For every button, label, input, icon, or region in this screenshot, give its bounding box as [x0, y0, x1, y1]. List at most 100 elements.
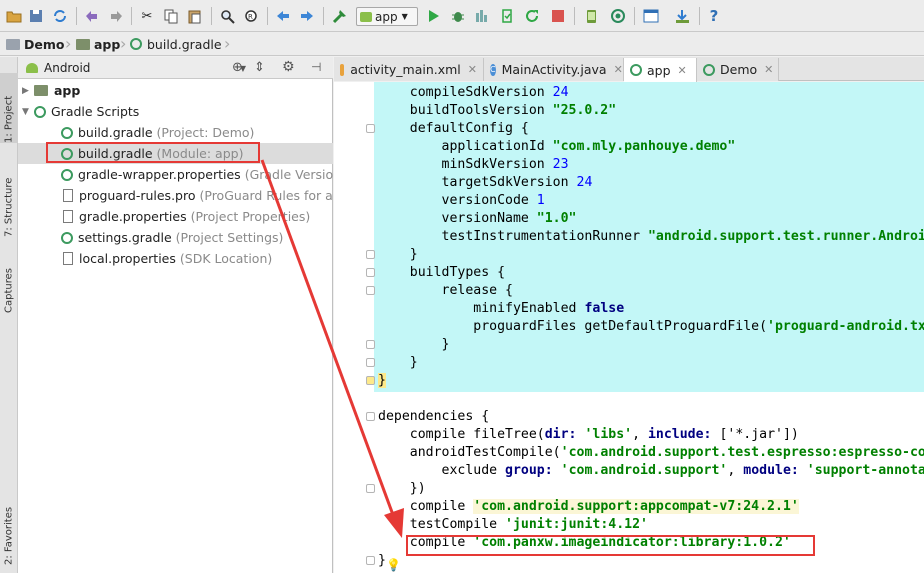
code-text: androidTestCompile( — [378, 445, 561, 460]
code-editor[interactable]: compileSdkVersion 24 buildToolsVersion "… — [334, 82, 924, 573]
fold-marker[interactable] — [366, 250, 375, 259]
undo-icon[interactable] — [82, 6, 102, 26]
close-icon[interactable]: ✕ — [614, 63, 623, 76]
code-string: 'support-annotations' — [806, 463, 924, 478]
find-icon[interactable] — [217, 6, 237, 26]
tree-item-label: build.gradle — [78, 146, 153, 161]
code-text: } — [378, 373, 386, 388]
tree-item-gradle-scripts[interactable]: ▼ Gradle Scripts — [18, 101, 333, 122]
expand-arrow-icon: ▶ — [22, 85, 29, 96]
code-keyword: dir: — [544, 427, 585, 442]
tool-tab-project[interactable]: 1: Project — [0, 73, 18, 143]
tab-activity-main-xml[interactable]: activity_main.xml ✕ — [334, 58, 484, 81]
tool-tab-structure[interactable]: 7: Structure — [0, 159, 18, 237]
scroll-from-source-icon[interactable]: ⊕ — [232, 60, 243, 75]
code-text: } — [378, 337, 450, 352]
copy-icon[interactable] — [161, 6, 181, 26]
avd-manager-icon[interactable] — [581, 6, 601, 26]
gear-icon[interactable]: ⚙ — [282, 59, 295, 75]
code-text: proguardFiles getDefaultProguardFile( — [378, 319, 768, 334]
project-structure-icon[interactable] — [641, 6, 661, 26]
tab-app-build-gradle[interactable]: app ✕ — [624, 58, 697, 82]
close-icon[interactable]: ✕ — [468, 63, 477, 76]
collapse-arrow-icon: ▼ — [22, 106, 29, 117]
tree-item-local-properties[interactable]: local.properties (SDK Location) — [18, 248, 333, 269]
run-icon[interactable] — [424, 6, 444, 26]
fold-marker[interactable] — [366, 124, 375, 133]
tool-tab-favorites[interactable]: 2: Favorites — [0, 489, 18, 565]
code-string: "25.0.2" — [552, 103, 617, 118]
breadcrumb-item-file[interactable]: build.gradle — [130, 35, 222, 53]
run-configuration-select[interactable]: app ▼ — [356, 7, 418, 26]
editor-tab-bar: activity_main.xml ✕ C MainActivity.java … — [334, 57, 924, 82]
code-line: targetSdkVersion 24 — [378, 174, 593, 192]
fold-marker[interactable] — [366, 484, 375, 493]
fold-marker[interactable] — [366, 268, 375, 277]
breadcrumb-item-project[interactable]: Demo — [6, 35, 64, 53]
back-icon[interactable] — [273, 6, 293, 26]
synchronize-icon[interactable] — [50, 6, 70, 26]
profile-icon[interactable] — [472, 6, 492, 26]
debug-icon[interactable] — [448, 6, 468, 26]
code-line: } — [378, 246, 418, 264]
save-all-icon[interactable] — [26, 6, 46, 26]
code-number: 24 — [576, 175, 593, 190]
fold-marker[interactable] — [366, 340, 375, 349]
sync-gradle-icon[interactable] — [608, 6, 628, 26]
close-icon[interactable]: ✕ — [678, 64, 687, 77]
code-text: buildToolsVersion — [378, 103, 553, 118]
breadcrumb-item-module[interactable]: app — [76, 35, 120, 53]
breadcrumb-separator: › — [120, 34, 127, 53]
tree-item-label: build.gradle — [78, 125, 153, 140]
xml-file-icon — [340, 63, 345, 76]
cut-icon[interactable]: ✂ — [137, 6, 157, 26]
restart-icon[interactable] — [522, 6, 542, 26]
code-text: compile fileTree( — [378, 427, 545, 442]
fold-marker[interactable] — [366, 286, 375, 295]
folder-icon — [6, 38, 20, 50]
paste-icon[interactable] — [185, 6, 205, 26]
tool-tab-label: 1: Project — [3, 95, 15, 143]
tree-item-label: settings.gradle — [78, 230, 172, 245]
fold-marker[interactable] — [366, 376, 375, 385]
fold-marker[interactable] — [366, 412, 375, 421]
lightbulb-icon[interactable]: 💡 — [386, 558, 401, 572]
redo-icon[interactable] — [106, 6, 126, 26]
tree-item-gradle-properties[interactable]: gradle.properties (Project Properties) — [18, 206, 333, 227]
stop-icon[interactable] — [548, 6, 568, 26]
code-line: androidTestCompile('com.android.support.… — [378, 444, 924, 462]
code-line: minifyEnabled false — [378, 300, 624, 318]
tree-item-detail: (Project: Demo) — [156, 125, 255, 140]
tab-mainactivity-java[interactable]: C MainActivity.java ✕ — [484, 58, 624, 81]
gradle-icon — [703, 63, 715, 76]
code-line: buildTypes { — [378, 264, 505, 282]
code-line: compile fileTree(dir: 'libs', include: [… — [378, 426, 799, 444]
replace-icon[interactable]: R — [241, 6, 261, 26]
collapse-all-icon[interactable]: ⇕ — [254, 60, 265, 75]
tree-item-gradle-wrapper-properties[interactable]: gradle-wrapper.properties (Gradle Versio… — [18, 164, 333, 185]
code-string: 'com.android.support:appcompat-v7:24.2.1… — [473, 499, 799, 514]
fold-marker[interactable] — [366, 556, 375, 565]
tree-item-settings-gradle[interactable]: settings.gradle (Project Settings) — [18, 227, 333, 248]
tab-demo-build-gradle[interactable]: Demo ✕ — [697, 58, 779, 81]
code-text: minifyEnabled — [378, 301, 585, 316]
make-project-icon[interactable] — [330, 6, 350, 26]
close-icon[interactable]: ✕ — [764, 63, 773, 76]
sdk-manager-icon[interactable] — [672, 6, 692, 26]
tree-item-build-gradle-project[interactable]: build.gradle (Project: Demo) — [18, 122, 333, 143]
fold-marker[interactable] — [366, 358, 375, 367]
forward-icon[interactable] — [297, 6, 317, 26]
open-icon[interactable] — [4, 6, 24, 26]
tool-tab-captures[interactable]: Captures — [0, 253, 18, 313]
tree-item-build-gradle-module[interactable]: build.gradle (Module: app) — [18, 143, 333, 164]
code-line: } — [378, 354, 418, 372]
code-line: } — [378, 552, 386, 570]
tree-item-app[interactable]: ▶ app — [18, 80, 333, 101]
hide-icon[interactable]: ⊣ — [311, 60, 321, 74]
help-icon[interactable]: ? — [704, 6, 724, 26]
apply-changes-icon[interactable] — [497, 6, 517, 26]
code-text: dependencies { — [378, 409, 490, 424]
tree-item-proguard-rules[interactable]: proguard-rules.pro (ProGuard Rules for a… — [18, 185, 333, 206]
tree-item-label: local.properties — [79, 251, 176, 266]
project-view-select[interactable]: Android ▼ — [26, 59, 248, 77]
